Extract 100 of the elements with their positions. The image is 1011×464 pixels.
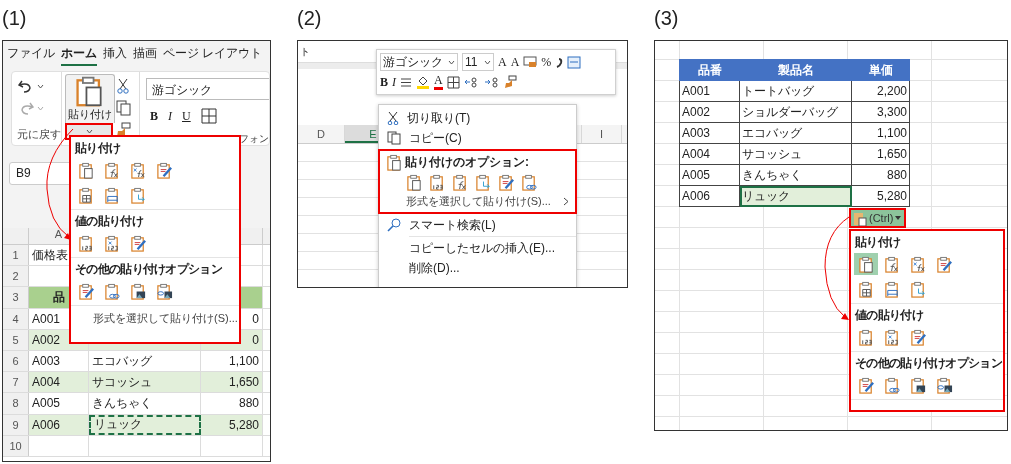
brush-icon[interactable]: [503, 75, 518, 89]
chevron-right-icon[interactable]: [563, 197, 569, 206]
clipboard-icon[interactable]: [103, 186, 121, 204]
font-field[interactable]: 游ゴシック: [380, 53, 458, 71]
clipboard-icon[interactable]: [103, 234, 121, 252]
ribbon-tab[interactable]: ホーム: [61, 42, 97, 66]
size-field[interactable]: 11: [462, 53, 494, 71]
brush-icon[interactable]: [116, 122, 132, 138]
clipboard-icon: [853, 210, 867, 226]
panel-caption: (1): [2, 6, 28, 31]
clipboard-icon[interactable]: [129, 282, 147, 300]
borders-icon[interactable]: [446, 75, 460, 89]
group-label: フォン: [239, 132, 269, 146]
clipboard-icon[interactable]: [498, 174, 515, 191]
clipboard-icon[interactable]: [77, 282, 95, 300]
bold-button[interactable]: B: [380, 75, 388, 89]
table-cell: A004: [679, 143, 740, 165]
italic-button[interactable]: I: [392, 75, 396, 89]
fill-color-icon[interactable]: [416, 75, 430, 89]
clipboard-icon[interactable]: [77, 186, 95, 204]
clipboard-icon[interactable]: [77, 161, 95, 179]
table-cell: リュック: [89, 414, 201, 435]
clipboard-icon[interactable]: [129, 186, 147, 204]
format-button[interactable]: B: [150, 108, 158, 124]
column-header: 品番: [679, 59, 740, 81]
menu-item[interactable]: コピーしたセルの挿入(E)...: [409, 239, 555, 257]
row-number[interactable]: 2: [3, 266, 29, 287]
font-field[interactable]: 游ゴシック: [146, 78, 269, 100]
borders-icon[interactable]: [200, 108, 217, 124]
table-cell: A005: [29, 393, 89, 414]
copy-icon[interactable]: [116, 100, 132, 116]
cut-icon[interactable]: [116, 78, 130, 94]
clipboard-icon[interactable]: [155, 282, 173, 300]
clipboard-icon[interactable]: [77, 234, 95, 252]
caret-icon[interactable]: [37, 83, 44, 89]
caret-icon: [895, 216, 902, 220]
section-title: 貼り付け: [854, 235, 901, 250]
comma-icon[interactable]: [555, 56, 564, 68]
decimal-icon[interactable]: [463, 76, 480, 88]
row-number[interactable]: 7: [3, 372, 29, 393]
cut-icon: [387, 111, 399, 125]
menu-item[interactable]: コピー(C): [409, 129, 462, 147]
ribbon-tab[interactable]: 描画: [133, 42, 157, 66]
paste-button[interactable]: 貼り付け: [65, 74, 115, 123]
section-title: 値の貼り付け: [74, 214, 143, 229]
clipboard-icon[interactable]: [406, 174, 423, 191]
table-cell: A004: [29, 372, 89, 393]
panel-caption: (2): [297, 6, 323, 31]
column-header[interactable]: I: [582, 125, 622, 143]
grow-font-button[interactable]: A: [498, 55, 507, 69]
table-cell: 1,650: [201, 372, 263, 393]
number-format-icon[interactable]: [523, 56, 538, 68]
table-cell: 5,280: [201, 414, 263, 435]
copy-icon: [387, 131, 401, 145]
decimal-icon[interactable]: [483, 76, 500, 88]
ribbon-tab[interactable]: ページ レイアウト: [163, 42, 263, 66]
row-number[interactable]: 4: [3, 308, 29, 329]
align-icon[interactable]: [400, 76, 412, 88]
row-number[interactable]: 5: [3, 329, 29, 350]
menu-item[interactable]: 切り取り(T): [407, 109, 471, 127]
column-header: 単価: [851, 59, 910, 81]
table-cell: A006: [679, 185, 740, 207]
caret-icon[interactable]: [484, 59, 491, 65]
format-button[interactable]: I: [168, 108, 172, 124]
table-cell: A002: [679, 101, 740, 123]
caret-icon[interactable]: [448, 59, 455, 65]
table-cell: A003: [29, 350, 89, 372]
ribbon-tab[interactable]: ファイル: [7, 42, 55, 66]
row-number[interactable]: 6: [3, 350, 29, 372]
clipboard-icon[interactable]: [429, 174, 446, 191]
clipboard-icon[interactable]: [155, 161, 173, 179]
shrink-font-button[interactable]: A: [510, 55, 520, 69]
row-number[interactable]: 1: [3, 245, 29, 266]
clipboard-icon[interactable]: [386, 154, 403, 171]
paste-options-button[interactable]: (Ctrl): [849, 208, 906, 228]
clipboard-icon[interactable]: [452, 174, 469, 191]
sheet-text: ト: [300, 46, 310, 57]
group-label: 元に戻す: [17, 127, 61, 142]
clipboard-icon[interactable]: [129, 161, 147, 179]
row-number[interactable]: 10: [3, 435, 29, 456]
clipboard-icon[interactable]: [103, 282, 121, 300]
clipboard-icon[interactable]: [475, 174, 492, 191]
section-title: 貼り付けのオプション:: [405, 154, 529, 171]
ribbon-tab[interactable]: 挿入: [103, 42, 127, 66]
percent-button[interactable]: %: [541, 55, 552, 69]
column-header: 製品名: [739, 59, 852, 81]
menu-item[interactable]: スマート検索(L): [409, 216, 496, 234]
clipboard-icon[interactable]: [103, 161, 121, 179]
clipboard-icon[interactable]: [129, 234, 147, 252]
row-number[interactable]: 8: [3, 393, 29, 414]
format-button[interactable]: U: [182, 108, 191, 124]
row-number[interactable]: 3: [3, 287, 29, 308]
font-color-button[interactable]: A: [434, 74, 443, 90]
menu-item[interactable]: 形式を選択して貼り付け(S)...: [406, 194, 551, 209]
clipboard-icon[interactable]: [521, 174, 538, 191]
section-title: 貼り付け: [74, 141, 121, 156]
table-cell: サコッシュ: [89, 372, 201, 393]
menu-item[interactable]: 削除(D)...: [409, 259, 460, 277]
table-cell: A005: [679, 164, 740, 186]
row-number[interactable]: 9: [3, 414, 29, 435]
